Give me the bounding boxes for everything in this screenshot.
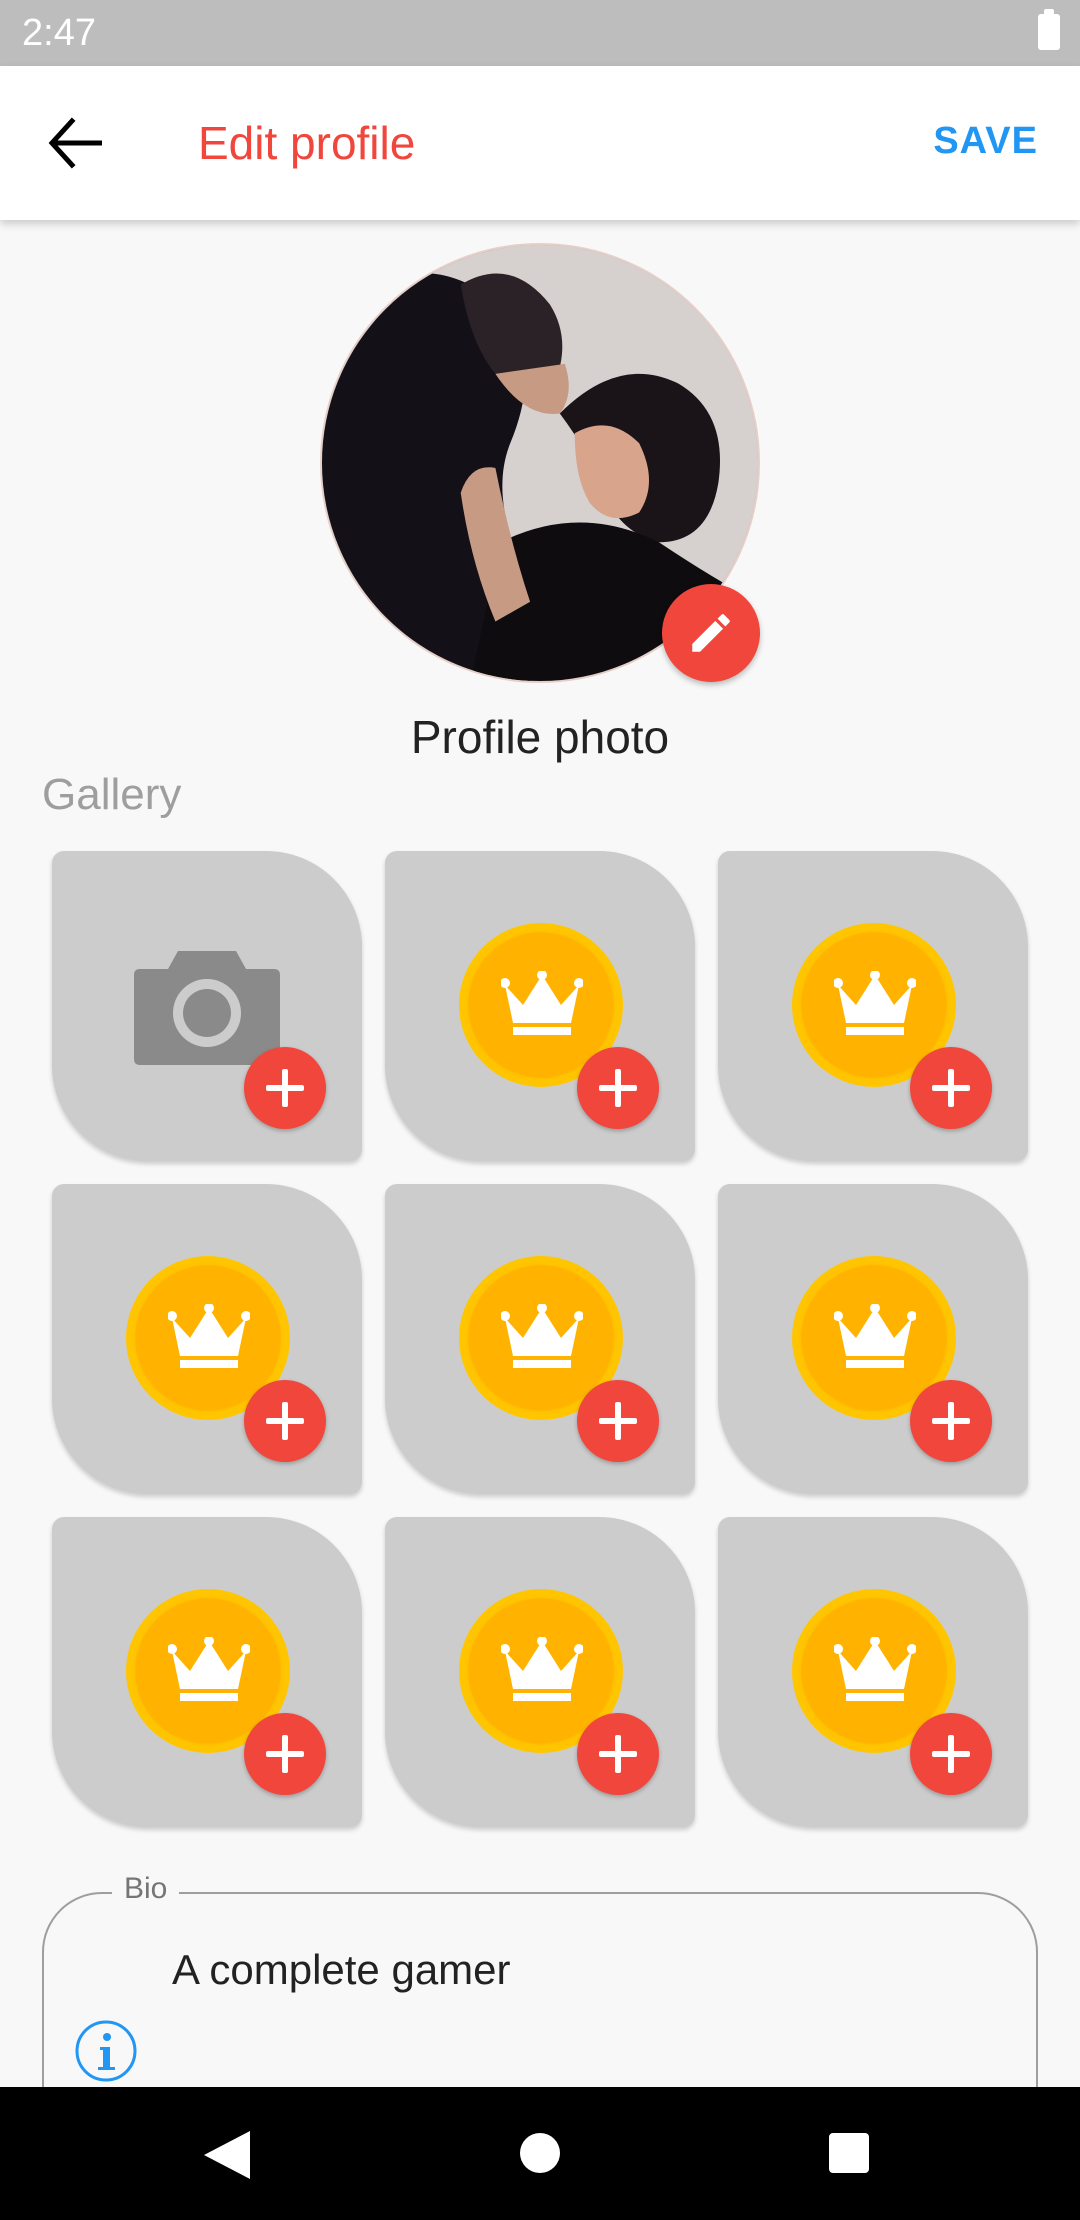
info-icon[interactable] [74,2019,138,2083]
gallery-tile-4[interactable] [52,1184,362,1494]
plus-icon[interactable] [910,1713,992,1795]
gallery-tile-9[interactable] [718,1517,1028,1827]
plus-icon[interactable] [577,1380,659,1462]
plus-icon[interactable] [244,1047,326,1129]
gallery-tile-2[interactable] [385,851,695,1161]
system-nav-bar [0,2087,1080,2220]
edit-profile-screen: 2:47 Edit profile SAVE Profile photo Gal… [0,0,1080,2220]
gallery-label: Gallery [42,770,182,819]
plus-icon[interactable] [577,1047,659,1129]
bio-text[interactable]: A complete gamer [172,1946,511,1994]
plus-icon[interactable] [244,1380,326,1462]
plus-icon[interactable] [577,1713,659,1795]
plus-icon[interactable] [910,1047,992,1129]
plus-icon[interactable] [910,1380,992,1462]
save-button[interactable]: SAVE [933,120,1038,163]
profile-photo-label: Profile photo [410,711,670,763]
square-recents-icon[interactable] [829,2133,869,2173]
gallery-tile-6[interactable] [718,1184,1028,1494]
gallery-tile-7[interactable] [52,1517,362,1827]
circle-home-icon[interactable] [520,2133,560,2173]
arrow-left-icon [48,117,102,169]
edit-photo-button[interactable] [662,584,760,682]
gallery-tile-3[interactable] [718,851,1028,1161]
triangle-back-icon[interactable] [204,2131,250,2179]
back-button[interactable] [40,111,114,175]
bio-label: Bio [112,1872,180,1906]
gallery-tile-1[interactable] [52,851,362,1161]
page-title: Edit profile [198,117,416,169]
status-time: 2:47 [22,12,96,54]
gallery-tile-5[interactable] [385,1184,695,1494]
camera-icon [134,951,280,1065]
app-bar: Edit profile SAVE [0,66,1080,220]
pencil-icon [692,614,730,652]
battery-icon [1038,9,1060,50]
plus-icon[interactable] [244,1713,326,1795]
gallery-tile-8[interactable] [385,1517,695,1827]
gallery-grid [52,851,1028,1829]
status-bar: 2:47 [0,0,1080,66]
